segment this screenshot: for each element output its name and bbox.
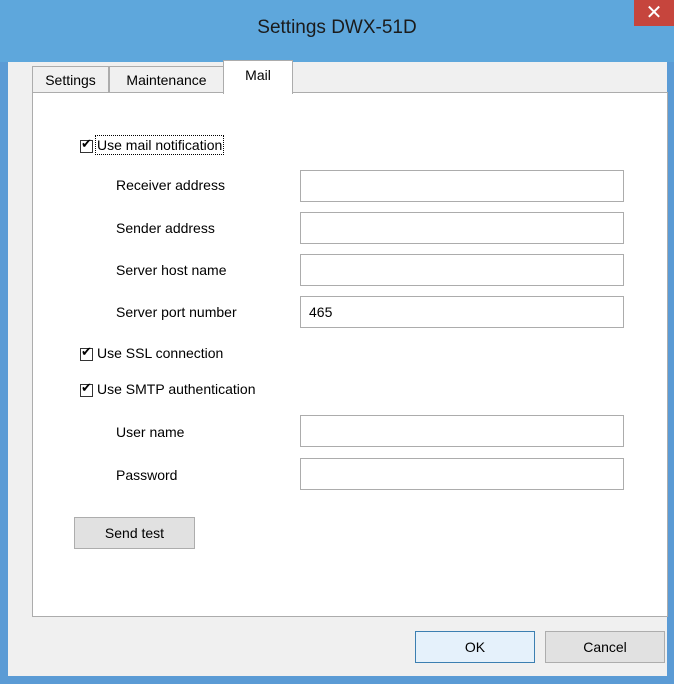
use-ssl-checkbox[interactable] [80, 345, 93, 361]
server-port-number-field[interactable] [300, 296, 624, 328]
cancel-label: Cancel [583, 639, 627, 655]
tab-mail[interactable]: Mail [223, 60, 293, 94]
server-host-name-field[interactable] [300, 254, 624, 286]
password-field[interactable] [300, 458, 624, 490]
title-bar: Settings DWX-51D ✕ [0, 0, 674, 62]
use-mail-notification-checkbox[interactable] [80, 137, 93, 153]
use-smtp-authentication-label[interactable]: Use SMTP authentication [97, 381, 256, 397]
dialog-body: Settings Maintenance Mail Use mail notif… [8, 60, 668, 676]
close-icon: ✕ [645, 2, 663, 24]
user-name-field[interactable] [300, 415, 624, 447]
tab-mail-label: Mail [245, 67, 271, 83]
use-smtp-authentication-checkbox[interactable] [80, 381, 93, 397]
user-name-label: User name [116, 424, 185, 440]
send-test-button[interactable]: Send test [74, 517, 195, 549]
settings-window: Settings DWX-51D ✕ Settings Maintenance … [0, 0, 674, 684]
tab-maintenance[interactable]: Maintenance [109, 66, 224, 92]
sender-address-label: Sender address [116, 220, 215, 236]
receiver-address-field[interactable] [300, 170, 624, 202]
server-host-name-label: Server host name [116, 262, 227, 278]
tab-settings[interactable]: Settings [32, 66, 109, 92]
close-button[interactable]: ✕ [634, 0, 674, 26]
server-port-number-label: Server port number [116, 304, 237, 320]
tab-settings-label: Settings [45, 72, 96, 88]
ok-button[interactable]: OK [415, 631, 535, 663]
cancel-button[interactable]: Cancel [545, 631, 665, 663]
mail-tab-panel: Use mail notification Receiver address S… [32, 92, 668, 617]
send-test-label: Send test [104, 525, 165, 541]
password-label: Password [116, 467, 178, 483]
use-ssl-label[interactable]: Use SSL connection [97, 345, 223, 361]
ok-label: OK [464, 639, 486, 655]
use-mail-notification-label[interactable]: Use mail notification [94, 135, 225, 155]
tab-maintenance-label: Maintenance [126, 72, 207, 88]
window-title: Settings DWX-51D [257, 17, 417, 38]
sender-address-field[interactable] [300, 212, 624, 244]
receiver-address-label: Receiver address [116, 177, 225, 193]
